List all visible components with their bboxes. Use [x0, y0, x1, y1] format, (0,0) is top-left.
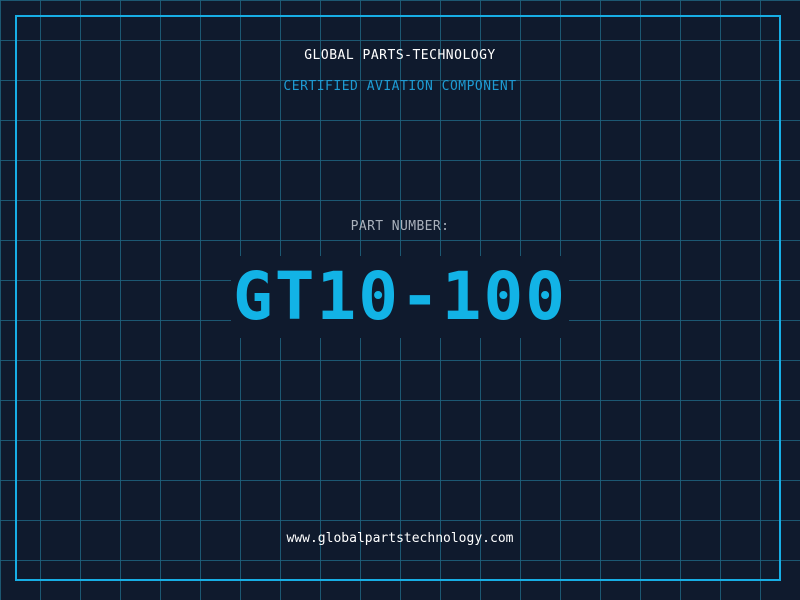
part-number-container: GT10-100 — [0, 256, 800, 338]
component-subtitle: CERTIFIED AVIATION COMPONENT — [283, 79, 517, 94]
company-name: GLOBAL PARTS-TECHNOLOGY — [304, 48, 496, 63]
part-number-label: PART NUMBER: — [350, 219, 450, 234]
part-label-card: GLOBAL PARTS-TECHNOLOGY CERTIFIED AVIATI… — [0, 0, 800, 600]
website-text: www.globalpartstechnology.com — [286, 531, 514, 546]
part-number-value: GT10-100 — [231, 256, 569, 338]
